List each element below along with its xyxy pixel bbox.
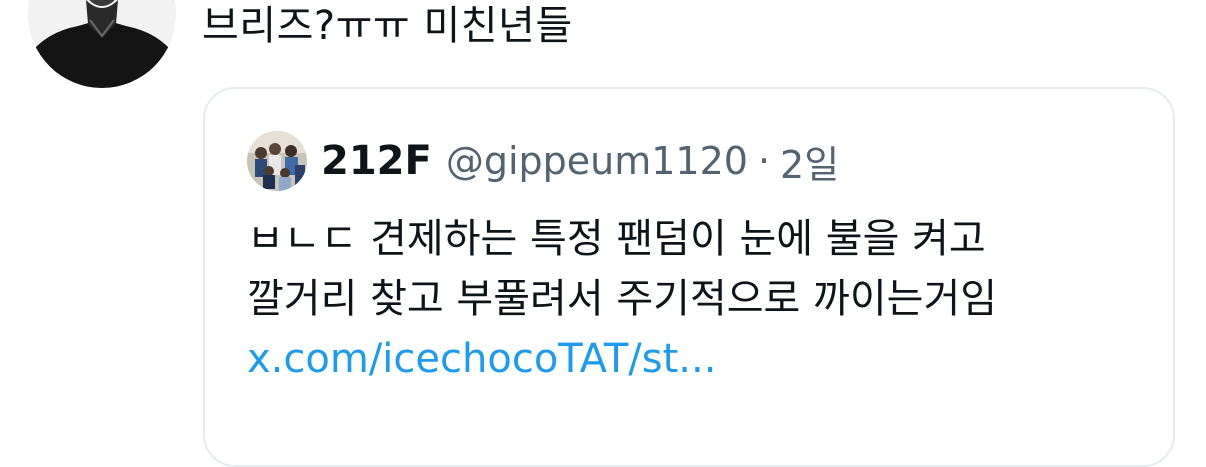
quote-timestamp[interactable]: 2일 (780, 134, 839, 189)
quote-tweet-card[interactable]: 212F @gippeum1120 · 2일 ㅂㄴㄷ 견제하는 특정 팬덤이 눈… (203, 87, 1175, 467)
quote-body: ㅂㄴㄷ 견제하는 특정 팬덤이 눈에 불을 켜고 깔거리 찾고 부풀려서 주기적… (247, 209, 997, 389)
quote-author-avatar[interactable] (247, 131, 307, 191)
quote-text-line: 깔거리 찾고 부풀려서 주기적으로 까이는거임 (247, 276, 998, 322)
meta-separator: · (757, 139, 771, 183)
tweet-text: 브리즈?ㅠㅠ 미친년들 (202, 3, 573, 49)
user-avatar[interactable] (28, 0, 176, 88)
person-silhouette-icon (28, 0, 176, 88)
quote-header: 212F @gippeum1120 · 2일 (247, 131, 839, 191)
group-photo-icon (247, 131, 307, 191)
quote-link[interactable]: x.com/icechocoTAT/st... (247, 336, 716, 382)
quote-author-handle[interactable]: @gippeum1120 (446, 139, 748, 183)
quote-author-name[interactable]: 212F (321, 138, 432, 184)
quote-text-line: ㅂㄴㄷ 견제하는 특정 팬덤이 눈에 불을 켜고 (247, 216, 986, 262)
